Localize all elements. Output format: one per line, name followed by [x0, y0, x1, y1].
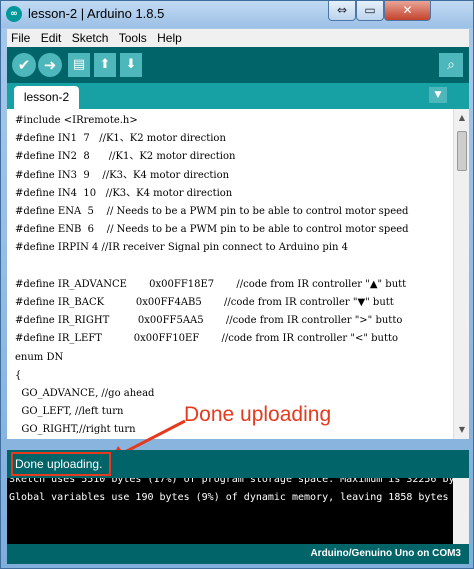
console-scrollbar[interactable]	[453, 478, 469, 544]
status-message: Done uploading.	[15, 457, 103, 471]
status-bar: Done uploading.	[7, 450, 469, 478]
scrollbar-thumb[interactable]	[457, 131, 467, 171]
code-line: #define ENB 6 // Needs to be a PWM pin t…	[15, 224, 409, 236]
code-line: #define IR_ADVANCE 0x00FF18E7 //code fro…	[15, 278, 407, 290]
window-title: lesson-2 | Arduino 1.8.5	[28, 6, 165, 21]
tab-menu-chevron-down-icon[interactable]: ▼	[429, 87, 447, 103]
code-line: #include <IRremote.h>	[15, 115, 138, 126]
title-bar[interactable]: ∞ lesson-2 | Arduino 1.8.5 ⇔ ▭ ✕	[1, 1, 473, 28]
annotation-label: Done uploading	[184, 403, 332, 426]
editor-scrollbar[interactable]: ▲ ▼	[453, 109, 469, 439]
menu-bar: File Edit Sketch Tools Help	[7, 29, 469, 47]
minimize-button[interactable]: ⇔	[328, 1, 356, 21]
menu-edit[interactable]: Edit	[37, 29, 65, 45]
serial-monitor-icon[interactable]: ⌕	[439, 53, 463, 77]
code-line: #define IR_BACK 0x00FF4AB5 //code from I…	[15, 297, 394, 308]
code-line: #define IN4 10 //K3、K4 motor direction	[15, 187, 233, 199]
verify-icon[interactable]: ✔	[12, 53, 36, 77]
arduino-ide-window: ∞ lesson-2 | Arduino 1.8.5 ⇔ ▭ ✕ File Ed…	[0, 0, 474, 569]
tab-bar: lesson-2 ▼	[7, 83, 469, 109]
code-line: #define IN1 7 //K1、K2 motor direction	[15, 133, 226, 145]
console-line: Global variables use 190 bytes (9%) of d…	[9, 492, 453, 503]
menu-tools[interactable]: Tools	[115, 29, 150, 45]
code-line: #define ENA 5 // Needs to be a PWM pin t…	[15, 206, 409, 217]
footer-bar: Arduino/Genuino Uno on COM3	[7, 544, 469, 564]
code-line: #define IN3 9 //K3、K4 motor direction	[15, 169, 230, 181]
open-sketch-icon[interactable]: ⬆	[94, 53, 116, 77]
upload-icon[interactable]: ➜	[38, 53, 62, 77]
menu-help[interactable]: Help	[153, 29, 185, 45]
tab-lesson-2[interactable]: lesson-2	[14, 86, 79, 109]
code-editor[interactable]: #include <IRremote.h> #define IN1 7 //K1、…	[7, 109, 453, 439]
new-sketch-icon[interactable]: ▤	[68, 53, 90, 77]
arduino-icon: ∞	[6, 6, 22, 22]
code-line: GO_LEFT, //left turn	[15, 406, 124, 418]
code-line: #define IRPIN 4 //IR receiver Signal pin…	[15, 242, 349, 254]
scroll-up-icon[interactable]: ▲	[456, 112, 468, 124]
menu-sketch[interactable]: Sketch	[68, 29, 112, 45]
code-line: GO_ADVANCE, //go ahead	[15, 388, 155, 399]
save-sketch-icon[interactable]: ⬇	[120, 53, 142, 77]
maximize-button[interactable]: ▭	[356, 1, 384, 21]
code-line: #define IR_LEFT 0x00FF10EF //code from I…	[15, 333, 399, 345]
console-line: Sketch uses 5510 bytes (17%) of program …	[9, 478, 453, 485]
code-line: #define IR_RIGHT 0x00FF5AA5 //code from …	[15, 315, 403, 327]
code-line: enum DN	[15, 351, 64, 363]
toolbar: ✔ ➜ ▤ ⬆ ⬇ ⌕	[7, 47, 469, 83]
menu-file[interactable]: File	[7, 29, 33, 45]
scroll-down-icon[interactable]: ▼	[456, 424, 468, 436]
code-line: {	[15, 369, 22, 381]
code-line: #define IN2 8 //K1、K2 motor direction	[15, 151, 236, 163]
close-button[interactable]: ✕	[384, 1, 431, 21]
board-port-label: Arduino/Genuino Uno on COM3	[310, 548, 461, 559]
console-output[interactable]: Sketch uses 5510 bytes (17%) of program …	[7, 478, 453, 544]
